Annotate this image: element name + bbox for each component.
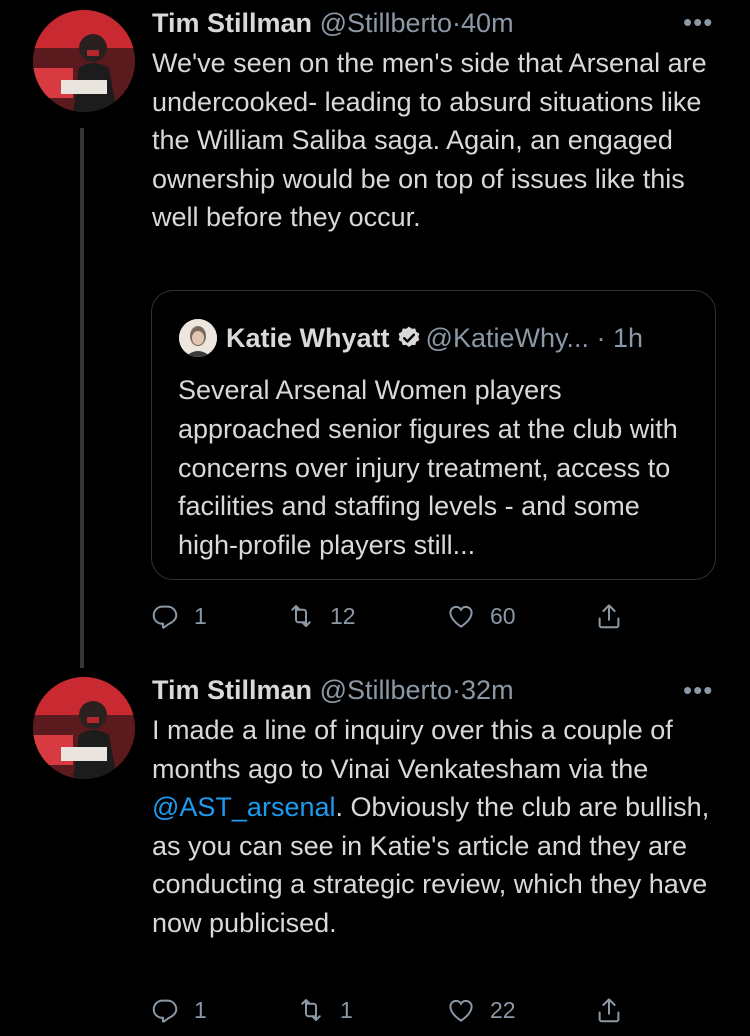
reply-icon [152,999,178,1023]
retweet-button[interactable]: 1 [296,990,353,1030]
tweet-actions: 1 12 60 [150,596,630,636]
share-button[interactable] [594,990,624,1030]
tweet-actions: 1 1 22 [150,990,630,1030]
reply-button[interactable]: 1 [150,596,207,636]
reply-count: 1 [194,996,207,1023]
separator: · [452,8,462,38]
more-icon[interactable]: ••• [683,677,719,703]
tweet-2[interactable]: Tim Stillman @Stillberto·32m ••• I made … [0,660,750,1036]
mention-link[interactable]: @AST_arsenal [152,792,336,822]
like-button[interactable]: 22 [446,990,516,1030]
like-icon [449,605,473,628]
quoted-tweet[interactable]: Katie Whyatt @KatieWhy... · 1h Several Ar… [151,290,716,580]
timestamp[interactable]: 32m [461,675,514,705]
like-button[interactable]: 60 [446,596,516,636]
retweet-count: 1 [340,996,353,1023]
author-name[interactable]: Tim Stillman [152,8,312,38]
quoted-author-handle[interactable]: @KatieWhy... [426,323,589,353]
author-handle[interactable]: @Stillberto [320,675,452,705]
share-icon [598,604,620,629]
tweet-text: We've seen on the men's side that Arsena… [152,48,707,233]
share-button[interactable] [594,596,624,636]
like-icon [449,999,473,1022]
like-count: 22 [490,996,516,1023]
thread-line [80,128,84,668]
timestamp[interactable]: 40m [461,8,514,38]
like-count: 60 [490,602,516,629]
avatar[interactable] [33,10,135,112]
more-icon[interactable]: ••• [683,9,719,35]
tweet-text-part: I made a line of inquiry over this a cou… [152,715,673,784]
reply-icon [152,605,178,629]
retweet-button[interactable]: 12 [286,596,356,636]
reply-count: 1 [194,602,207,629]
reply-button[interactable]: 1 [150,990,207,1030]
tweet-header: Tim Stillman @Stillberto·32m [152,673,514,707]
author-name[interactable]: Tim Stillman [152,675,312,705]
verified-badge-icon [398,326,419,347]
quoted-timestamp[interactable]: · 1h [597,323,644,353]
tweet-text: I made a line of inquiry over this a cou… [152,711,727,943]
quoted-avatar[interactable] [179,319,217,357]
retweet-icon [291,605,311,627]
retweet-count: 12 [330,602,356,629]
quoted-header: Katie Whyatt @KatieWhy... · 1h [226,320,643,356]
avatar[interactable] [33,677,135,779]
tweet-header: Tim Stillman @Stillberto·40m [152,6,514,40]
separator: · [452,675,462,705]
share-icon [598,998,620,1023]
author-handle[interactable]: @Stillberto [320,8,452,38]
retweet-icon [301,999,321,1021]
quoted-text: Several Arsenal Women players approached… [178,375,678,561]
quoted-author-name[interactable]: Katie Whyatt [226,323,390,353]
tweet-1[interactable]: Tim Stillman @Stillberto·40m ••• We've s… [0,0,750,668]
